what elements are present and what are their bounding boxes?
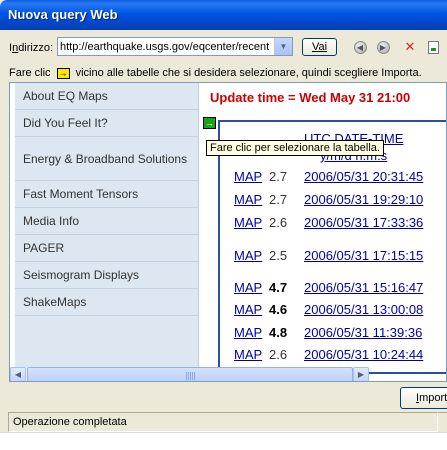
table-row: MAP 4.6 2006/05/31 13:00:08 — [234, 302, 423, 318]
magnitude: 2.6 — [269, 347, 288, 362]
address-input[interactable] — [60, 39, 274, 54]
title-bar: Nuova query Web — [0, 0, 447, 30]
map-link[interactable]: MAP — [234, 248, 262, 263]
select-table-tooltip: Fare clic per selezionare la tabella. — [206, 140, 384, 156]
address-combobox[interactable]: ▼ — [57, 37, 293, 56]
table-row: MAP 4.8 2006/05/31 11:39:36 — [234, 325, 422, 341]
options-icon — [427, 40, 439, 54]
stop-icon: ✕ — [404, 39, 416, 54]
address-label: Indirizzo: — [9, 42, 54, 54]
import-button[interactable]: Import — [400, 387, 447, 409]
table-row: MAP 2.7 2006/05/31 20:31:45 — [234, 169, 423, 185]
forward-button[interactable]: ▶ — [374, 38, 392, 56]
magnitude: 2.6 — [269, 215, 288, 230]
sidebar-item-shakemaps[interactable]: ShakeMaps — [15, 289, 198, 316]
map-link[interactable]: MAP — [234, 302, 262, 317]
map-link[interactable]: MAP — [234, 280, 262, 295]
sidebar-item-fast-moment-tensors[interactable]: Fast Moment Tensors — [15, 181, 198, 208]
window-title: Nuova query Web — [8, 7, 118, 22]
sidebar-item-seismogram-displays[interactable]: Seismogram Displays — [15, 262, 198, 289]
forward-icon: ▶ — [376, 40, 390, 54]
magnitude: 4.8 — [269, 325, 288, 340]
table-row: MAP 2.7 2006/05/31 19:29:10 — [234, 192, 423, 208]
update-time: Update time = Wed May 31 21:00 — [210, 90, 411, 105]
status-bar-end — [438, 412, 447, 432]
sidebar-nav: About EQ Maps Did You Feel It? Energy & … — [15, 83, 199, 367]
datetime-link[interactable]: 2006/05/31 19:29:10 — [304, 192, 423, 207]
map-link[interactable]: MAP — [234, 169, 262, 184]
scrollbar-thumb[interactable] — [27, 367, 353, 381]
table-row: MAP 2.5 2006/05/31 17:15:15 — [234, 248, 423, 264]
sidebar-item-did-you-feel-it[interactable]: Did You Feel It? — [15, 110, 198, 137]
datetime-link[interactable]: 2006/05/31 17:33:36 — [304, 215, 423, 230]
go-button[interactable]: Vai — [302, 38, 337, 56]
datetime-link[interactable]: 2006/05/31 15:16:47 — [304, 280, 423, 295]
back-icon: ◀ — [353, 40, 367, 54]
back-button[interactable]: ◀ — [351, 38, 369, 56]
datetime-link[interactable]: 2006/05/31 13:00:08 — [304, 302, 423, 317]
instruction-text: Fare clic → vicino alle tabelle che si des… — [9, 67, 422, 79]
map-link[interactable]: MAP — [234, 325, 262, 340]
web-page-view[interactable]: About EQ Maps Did You Feel It? Energy & … — [9, 82, 447, 382]
table-row: MAP 4.7 2006/05/31 15:16:47 — [234, 280, 423, 296]
magnitude: 4.7 — [269, 280, 288, 295]
magnitude: 2.7 — [269, 169, 288, 184]
select-table-icon: → — [56, 67, 70, 79]
stop-button[interactable]: ✕ — [401, 38, 419, 56]
magnitude: 2.5 — [269, 248, 288, 263]
options-button[interactable] — [424, 38, 442, 56]
sidebar-item-media-info[interactable]: Media Info — [15, 208, 198, 235]
earthquake-table: UTC DATE-TIME y/m/d h:m:s MAP 2.7 2006/0… — [218, 120, 446, 374]
table-row: MAP 2.6 2006/05/31 17:33:36 — [234, 215, 423, 231]
chevron-down-icon[interactable]: ▼ — [274, 38, 292, 55]
datetime-link[interactable]: 2006/05/31 11:39:36 — [304, 325, 422, 340]
datetime-link[interactable]: 2006/05/31 17:15:15 — [304, 248, 423, 263]
sidebar-item-energy-broadband[interactable]: Energy & Broadband Solutions — [15, 137, 198, 181]
datetime-link[interactable]: 2006/05/31 10:24:44 — [304, 347, 423, 362]
map-link[interactable]: MAP — [234, 215, 262, 230]
scroll-right-icon[interactable]: ▶ — [353, 367, 369, 381]
page-content: Update time = Wed May 31 21:00 → Fare cl… — [200, 83, 446, 374]
status-bar: Operazione completata — [8, 412, 438, 432]
table-row: MAP 2.6 2006/05/31 10:24:44 — [234, 347, 423, 363]
sidebar-item-pager[interactable]: PAGER — [15, 235, 198, 262]
datetime-link[interactable]: 2006/05/31 20:31:45 — [304, 169, 423, 184]
horizontal-scrollbar[interactable]: ◀ ▶ — [10, 367, 369, 381]
map-link[interactable]: MAP — [234, 347, 262, 362]
map-link[interactable]: MAP — [234, 192, 262, 207]
magnitude: 4.6 — [269, 302, 288, 317]
grid-line — [0, 432, 447, 433]
sidebar-item-about-eq-maps[interactable]: About EQ Maps — [15, 83, 198, 110]
table-select-arrow-icon[interactable]: → — [203, 117, 216, 129]
spreadsheet-background — [0, 432, 447, 450]
magnitude: 2.7 — [269, 192, 288, 207]
scroll-left-icon[interactable]: ◀ — [10, 367, 26, 381]
grip-icon — [186, 372, 195, 380]
